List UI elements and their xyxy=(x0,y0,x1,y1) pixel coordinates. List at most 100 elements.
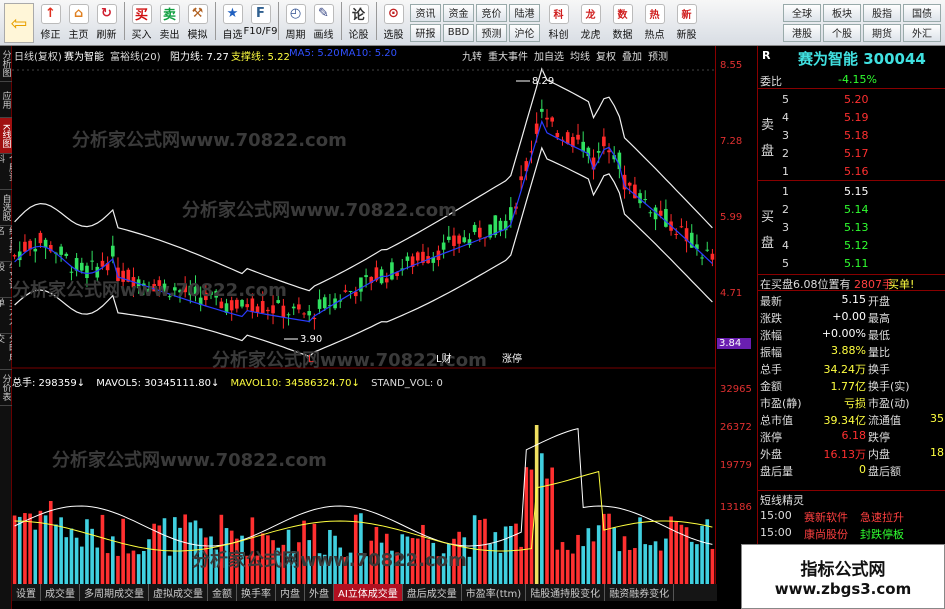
sell-level-row[interactable]: 4 5.19 xyxy=(758,110,945,127)
indicator-tab[interactable]: 融资融券变化 xyxy=(605,584,675,601)
buy-level-row[interactable]: 5 5.11 xyxy=(758,256,945,273)
function-menu: 九转 重大事件 加自选 均线 复权 叠加 预测 xyxy=(462,48,674,63)
back-arrow-icon[interactable]: ⇦ xyxy=(4,2,34,43)
func-menu-item[interactable]: 预测 xyxy=(648,52,668,63)
stock-pick-icon: ⊙ xyxy=(383,3,404,24)
indicator-tab[interactable]: 盘后成交量 xyxy=(403,584,462,601)
feature-button-4[interactable]: 新新股 xyxy=(671,2,702,44)
toolbar-button-label: 买入 xyxy=(131,29,152,41)
toolbar-button-9[interactable]: ✎ 画线 xyxy=(310,2,337,44)
elf-time: 15:00 xyxy=(760,526,792,539)
market-grid-button[interactable]: 全球 xyxy=(783,3,821,22)
info-grid-button[interactable]: 资讯 xyxy=(410,3,441,22)
indicator-tab[interactable]: 外盘 xyxy=(305,584,334,601)
func-menu-item[interactable]: 叠加 xyxy=(622,52,642,63)
toolbar-button-0[interactable]: ↑ 修正 xyxy=(37,2,64,44)
candle-body xyxy=(415,252,420,261)
left-tab[interactable]: 个股资料 xyxy=(0,154,12,190)
market-grid-button[interactable]: 板块 xyxy=(823,3,861,22)
info-grid-button[interactable]: 预测 xyxy=(476,23,507,42)
buy-level-row[interactable]: 1 5.15 xyxy=(758,184,945,201)
volume-bar xyxy=(477,519,482,585)
buy-level-row[interactable]: 4 5.12 xyxy=(758,238,945,255)
indicator-tab[interactable]: 市盈率(ttm) xyxy=(462,584,527,601)
left-tab[interactable]: K线图 xyxy=(0,118,12,154)
elf-stock: 赛新软件 xyxy=(804,511,848,524)
toolbar-button-11[interactable]: ⊙ 选股 xyxy=(380,2,407,44)
candle-body xyxy=(643,199,648,201)
quote-panel: R 赛为智能 300044 委比 -4.15% 5 5.20 4 5.19 3 5.18 2… xyxy=(757,46,945,609)
left-tab[interactable]: 分价表 xyxy=(0,370,12,406)
toolbar-button-5[interactable]: ⚒ 模拟 xyxy=(184,2,211,44)
toolbar-button-7[interactable]: F F10/F9 xyxy=(244,2,277,44)
func-menu-item[interactable]: 复权 xyxy=(596,52,616,63)
market-grid-button[interactable]: 外汇 xyxy=(903,23,941,42)
indicator-tab[interactable]: 金额 xyxy=(208,584,237,601)
left-tab[interactable]: 牛叉诊股 xyxy=(0,262,12,298)
func-menu-item[interactable]: 重大事件 xyxy=(488,52,528,63)
candle-body xyxy=(576,134,580,140)
feature-button-1[interactable]: 龙龙虎 xyxy=(575,2,606,44)
left-tab[interactable]: 主力大单 xyxy=(0,298,12,334)
left-tab[interactable]: 自选股 xyxy=(0,190,12,226)
indicator-tab[interactable]: 多周期成交量 xyxy=(80,584,149,601)
toolbar-button-6[interactable]: ★ 自选 xyxy=(219,2,246,44)
info-grid-button[interactable]: 陆港 xyxy=(509,3,540,22)
info-grid-button[interactable]: 沪伦 xyxy=(509,23,540,42)
toolbar-button-8[interactable]: ◴ 周期 xyxy=(282,2,309,44)
elf-row[interactable]: 15:00 康尚股份 封跌停板 xyxy=(758,525,945,542)
buy-level-row[interactable]: 2 5.14 xyxy=(758,202,945,219)
market-grid-button[interactable]: 国债 xyxy=(903,3,941,22)
toolbar-button-4[interactable]: 卖卖出 xyxy=(156,2,183,44)
info-grid-button[interactable]: 资金 xyxy=(443,3,474,22)
market-grid-button[interactable]: 港股 xyxy=(783,23,821,42)
left-tab[interactable]: 分析图 xyxy=(0,46,12,82)
sell-level-row[interactable]: 2 5.17 xyxy=(758,146,945,163)
indicator-tab[interactable]: 设置 xyxy=(12,584,41,601)
indicator-tab[interactable]: 成交量 xyxy=(41,584,80,601)
sell-level-row[interactable]: 1 5.16 xyxy=(758,164,945,181)
sell-level-row[interactable]: 5 5.20 xyxy=(758,92,945,109)
info-grid-button[interactable]: 竞价 xyxy=(476,3,507,22)
kline-chart[interactable]: 分析家公式网www.70822.com 分析家公式网www.70822.com 分析… xyxy=(12,46,715,585)
feature-button-2[interactable]: 数数据 xyxy=(607,2,638,44)
func-menu-item[interactable]: 均线 xyxy=(570,52,590,63)
candle-body xyxy=(498,220,503,231)
sell-level: 1 xyxy=(782,165,789,178)
feature-button-3[interactable]: 热热点 xyxy=(639,2,670,44)
volume-bar xyxy=(64,537,69,585)
buy-level-row[interactable]: 3 5.13 xyxy=(758,220,945,237)
func-menu-item[interactable]: 加自选 xyxy=(534,52,564,63)
stock-app: ⇦ ↑ 修正 ⌂ 主页 ↻ 刷新买买入卖卖出 ⚒ 模拟 ★ 自选 F F10/F9 ◴ 周期 ✎ 画线论论股 ⊙… xyxy=(0,0,945,609)
toolbar-button-2[interactable]: ↻ 刷新 xyxy=(93,2,120,44)
period-label[interactable]: 日线(复权) xyxy=(14,48,62,63)
volume-bar xyxy=(167,555,172,585)
market-grid-button[interactable]: 股指 xyxy=(863,3,901,22)
candle-body xyxy=(90,260,94,262)
indicator-tab[interactable]: 虚拟成交量 xyxy=(149,584,208,601)
toolbar-button-1[interactable]: ⌂ 主页 xyxy=(65,2,92,44)
toolbar-button-3[interactable]: 买买入 xyxy=(128,2,155,44)
func-menu-item[interactable]: 九转 xyxy=(462,52,482,63)
stat-row: 总手 34.24万 换手 xyxy=(758,360,945,377)
market-grid-button[interactable]: 期货 xyxy=(863,23,901,42)
left-tab[interactable]: 综合排名 xyxy=(0,226,12,262)
indicator-tab[interactable]: 内盘 xyxy=(276,584,305,601)
elf-title[interactable]: 短线精灵 xyxy=(760,492,804,508)
feature-button-0[interactable]: 科科创 xyxy=(543,2,574,44)
feature-button-label: 热点 xyxy=(644,29,665,41)
candle-body xyxy=(710,253,715,260)
info-grid-button[interactable]: BBD xyxy=(443,23,474,42)
left-tab[interactable]: 应用 xyxy=(0,82,12,118)
market-grid-button[interactable]: 个股 xyxy=(823,23,861,42)
indicator-tab[interactable]: AI立体成交量 xyxy=(334,584,403,601)
left-tab[interactable]: 分时成交 xyxy=(0,334,12,370)
elf-row[interactable]: 15:00 赛新软件 急速拉升 xyxy=(758,508,945,525)
indicator-tab[interactable]: 陆股通持股变化 xyxy=(526,584,606,601)
toolbar-button-10[interactable]: 论论股 xyxy=(345,2,372,44)
sell-level-row[interactable]: 3 5.18 xyxy=(758,128,945,145)
indicator-tab[interactable]: 换手率 xyxy=(237,584,276,601)
candle-body xyxy=(12,255,17,257)
info-grid-button[interactable]: 研报 xyxy=(410,23,441,42)
candle-body xyxy=(266,309,270,312)
